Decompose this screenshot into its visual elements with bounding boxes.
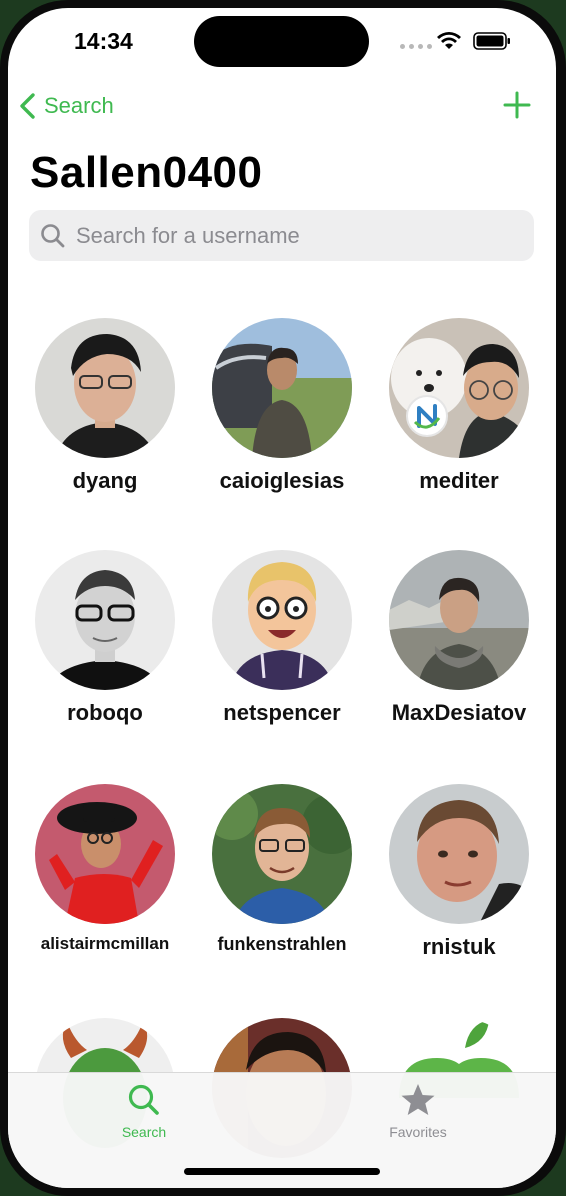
username-label: mediter [419, 468, 499, 493]
user-card[interactable]: caioiglesias [194, 318, 370, 494]
star-icon [401, 1084, 435, 1115]
tab-search[interactable]: Search [84, 1083, 204, 1140]
username-label: rnistuk [422, 934, 496, 959]
username-label: netspencer [223, 700, 341, 725]
user-card[interactable]: roboqo [17, 550, 193, 726]
wifi-icon [437, 32, 461, 49]
avatar [389, 784, 529, 924]
username-label: caioiglesias [219, 468, 345, 493]
search-field[interactable] [29, 210, 534, 261]
username-label: funkenstrahlen [217, 934, 347, 954]
user-card[interactable]: netspencer [194, 550, 370, 726]
avatar [212, 784, 352, 924]
page-title: Sallen0400 [30, 148, 263, 197]
user-card[interactable]: MaxDesiatov [371, 550, 547, 726]
tab-label: Search [121, 1124, 167, 1140]
back-button[interactable]: Search [18, 92, 114, 120]
dynamic-island [194, 16, 369, 67]
app-screen: 14:34 Search Sallen0400 Search for a use… [8, 8, 556, 1188]
user-card[interactable]: rnistuk [371, 784, 547, 960]
tab-label: Favorites [389, 1124, 447, 1140]
device-frame: 14:34 Search Sallen0400 Search for a use… [0, 0, 566, 1196]
user-card[interactable]: dyang [17, 318, 193, 494]
avatar [35, 550, 175, 690]
search-icon [128, 1084, 159, 1115]
add-icon[interactable] [502, 90, 532, 120]
user-card[interactable]: alistairmcmillan [17, 784, 193, 954]
search-input[interactable] [74, 221, 508, 250]
avatar [35, 318, 175, 458]
username-label: MaxDesiatov [391, 700, 527, 725]
user-card[interactable]: funkenstrahlen [194, 784, 370, 955]
username-label: roboqo [67, 700, 143, 725]
username-label: dyang [72, 468, 138, 493]
chevron-left-icon [20, 93, 35, 119]
battery-icon [473, 32, 510, 50]
tab-favorites[interactable]: Favorites [358, 1083, 478, 1140]
username-label: alistairmcmillan [40, 934, 170, 953]
home-indicator[interactable] [184, 1168, 380, 1175]
user-card[interactable]: mediter [371, 318, 547, 494]
avatar [212, 318, 352, 458]
avatar [212, 550, 352, 690]
avatar [35, 784, 175, 924]
status-time: 14:34 [74, 28, 133, 54]
user-grid: dyang caioiglesias mediter roboqo netspe… [8, 318, 556, 1158]
search-icon [41, 223, 65, 247]
back-button-label: Search [44, 93, 114, 118]
avatar [389, 318, 529, 458]
avatar [389, 550, 529, 690]
cellular-signal-icon [400, 44, 432, 49]
